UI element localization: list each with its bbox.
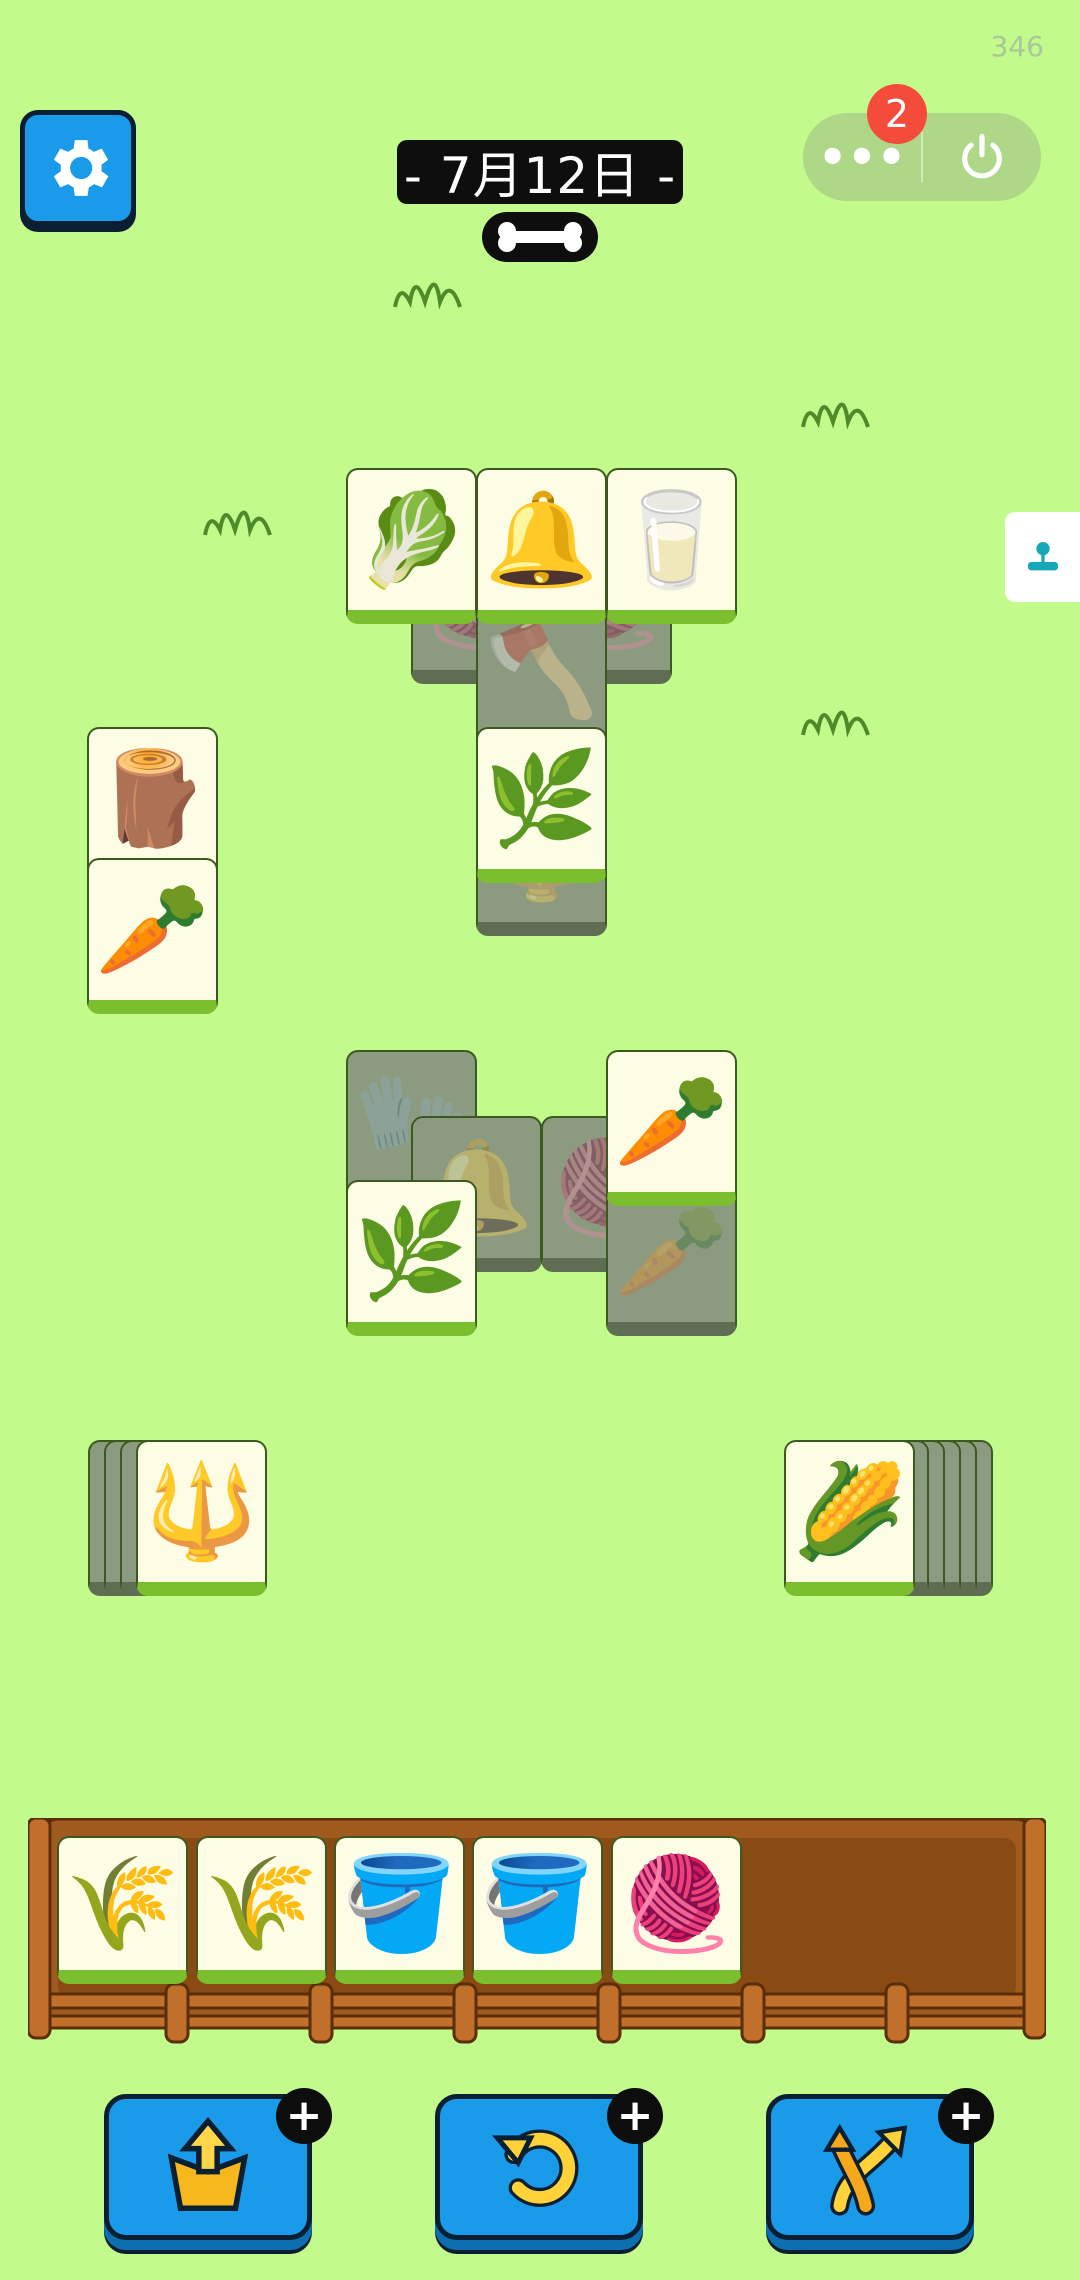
wheat-icon: 🌾 bbox=[204, 1850, 319, 1957]
bone-badge bbox=[482, 212, 598, 262]
milk-jar-icon: 🥛 bbox=[614, 486, 729, 593]
carrot-icon: 🥕 bbox=[614, 1068, 729, 1175]
pitchfork-tile[interactable]: 🔱 bbox=[136, 1440, 267, 1596]
grass-tile-2[interactable]: 🌿 bbox=[346, 1180, 477, 1336]
gear-icon bbox=[53, 140, 109, 196]
tray-slot-5: 🧶 bbox=[611, 1836, 742, 1984]
settings-button[interactable] bbox=[20, 110, 136, 226]
tray-slot-1: 🌾 bbox=[57, 1836, 188, 1984]
bucket-icon: 🪣 bbox=[480, 1850, 595, 1957]
carrot-tile[interactable]: 🥕 bbox=[87, 858, 218, 1014]
cabbage-icon: 🥬 bbox=[354, 486, 469, 593]
undo-icon bbox=[491, 2129, 579, 2207]
grass-icon: 🌿 bbox=[484, 745, 599, 852]
shuffle-icon bbox=[822, 2123, 908, 2216]
grass-tuft-icon bbox=[203, 510, 272, 538]
tree-stump-icon: 🪵 bbox=[95, 745, 210, 852]
milk-jar-tile[interactable]: 🥛 bbox=[606, 468, 737, 624]
carrot-tile-2[interactable]: 🥕 bbox=[606, 1050, 737, 1206]
grass-tuft-icon bbox=[801, 402, 870, 430]
tray-slot-2: 🌾 bbox=[196, 1836, 327, 1984]
grass-tile[interactable]: 🌿 bbox=[476, 727, 607, 883]
notification-badge: 2 bbox=[867, 84, 927, 144]
bucket-icon: 🪣 bbox=[342, 1850, 457, 1957]
tray-slot-3: 🪣 bbox=[334, 1836, 465, 1984]
power-icon bbox=[962, 133, 1002, 179]
tray-slot-4: 🪣 bbox=[472, 1836, 603, 1984]
corn-tile[interactable]: 🌽 bbox=[784, 1440, 915, 1596]
date-banner: - 7月12日 - bbox=[397, 140, 683, 205]
grass-tuft-icon bbox=[393, 282, 462, 310]
yarn-icon: 🧶 bbox=[619, 1850, 734, 1957]
corn-icon: 🌽 bbox=[792, 1458, 907, 1565]
cabbage-tile[interactable]: 🥬 bbox=[346, 468, 477, 624]
joystick-icon bbox=[1027, 542, 1058, 571]
carrot-icon: 🥕 bbox=[95, 876, 210, 983]
level-counter: 346 bbox=[990, 30, 1044, 63]
close-button[interactable] bbox=[923, 113, 1041, 201]
grass-icon: 🌿 bbox=[354, 1198, 469, 1305]
wheat-icon: 🌾 bbox=[65, 1850, 180, 1957]
bone-icon bbox=[498, 222, 582, 252]
pitchfork-icon: 🔱 bbox=[144, 1458, 259, 1565]
move-out-plus-badge[interactable]: + bbox=[276, 2088, 332, 2144]
side-float-button[interactable] bbox=[1005, 512, 1080, 602]
move-out-icon bbox=[167, 2116, 249, 2211]
grass-tuft-icon bbox=[801, 710, 870, 738]
bell-tile[interactable]: 🔔 bbox=[476, 468, 607, 624]
shuffle-plus-badge[interactable]: + bbox=[938, 2088, 994, 2144]
bell-icon: 🔔 bbox=[484, 486, 599, 593]
undo-plus-badge[interactable]: + bbox=[607, 2088, 663, 2144]
